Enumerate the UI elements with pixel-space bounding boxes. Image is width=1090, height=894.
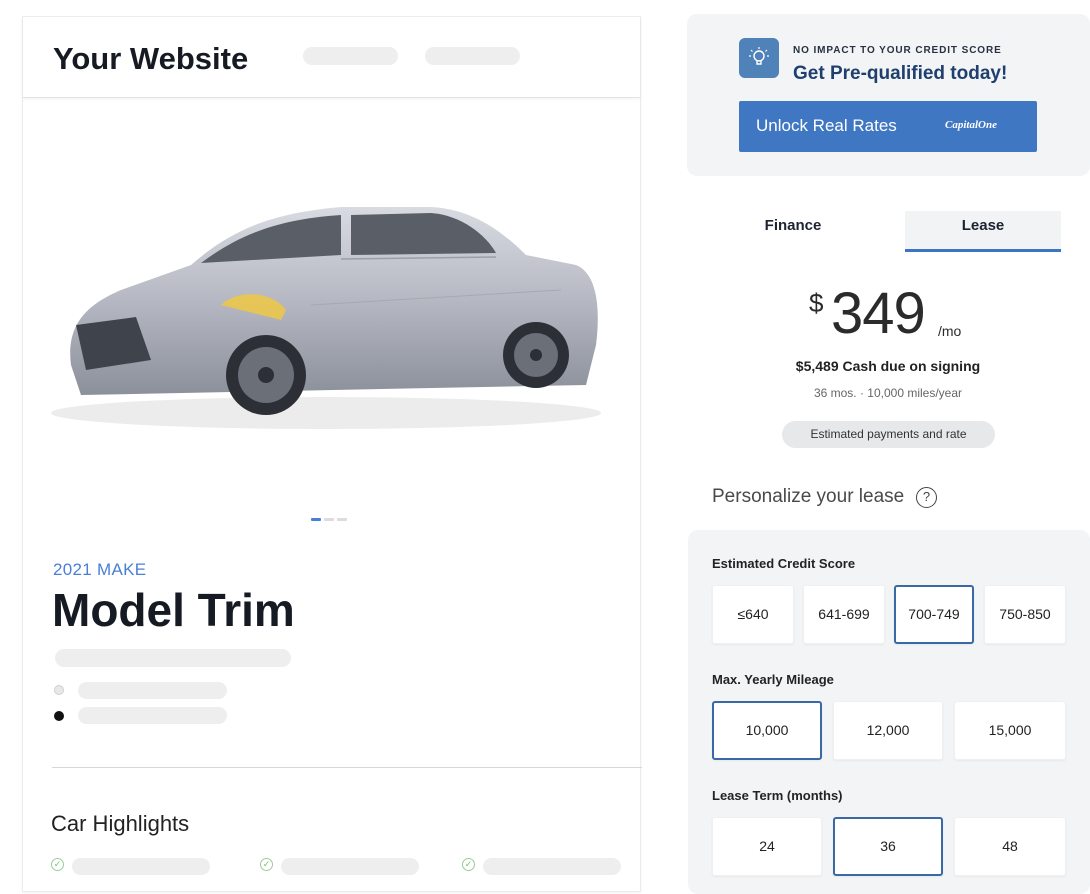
credit-option-selected[interactable]: 700-749 <box>894 585 974 644</box>
lease-term-label: Lease Term (months) <box>712 788 843 803</box>
lease-terms-text: 36 mos. · 10,000 miles/year <box>813 386 963 400</box>
radio-option-selected[interactable] <box>54 711 64 721</box>
prequalify-promo: NO IMPACT TO YOUR CREDIT SCORE Get Pre-q… <box>687 14 1090 176</box>
promo-title: Get Pre-qualified today! <box>793 63 1008 84</box>
credit-score-label: Estimated Credit Score <box>712 556 856 571</box>
divider <box>52 767 642 768</box>
highlight-placeholder <box>483 858 621 875</box>
mileage-option[interactable]: 12,000 <box>833 701 943 760</box>
check-icon: ✓ <box>51 858 64 871</box>
cash-due-text: $5,489 Cash due on signing <box>795 358 981 374</box>
unlock-real-rates-button[interactable]: Unlock Real Rates CapitalOne <box>739 101 1037 152</box>
highlights-title: Car Highlights <box>51 811 190 836</box>
vehicle-card: Your Website 2021 MAKE Model Trim Car Hi… <box>22 16 642 892</box>
radio-option[interactable] <box>54 685 64 695</box>
vehicle-model-title: Model Trim <box>52 584 295 636</box>
text-placeholder <box>55 649 291 667</box>
credit-option[interactable]: ≤640 <box>712 585 794 644</box>
personalize-title: Personalize your lease <box>712 486 905 507</box>
mileage-option-selected[interactable]: 10,000 <box>712 701 822 760</box>
nav-placeholder[interactable] <box>425 47 520 65</box>
capital-one-logo: CapitalOne <box>945 119 997 131</box>
vehicle-make: 2021 MAKE <box>53 560 147 579</box>
lightbulb-icon <box>739 38 779 78</box>
nav-placeholder[interactable] <box>303 47 398 65</box>
carousel-dot[interactable] <box>337 518 347 521</box>
estimate-badge: Estimated payments and rate <box>782 421 995 448</box>
carousel-dot-active[interactable] <box>311 518 321 521</box>
term-option[interactable]: 48 <box>954 817 1066 876</box>
term-option[interactable]: 24 <box>712 817 822 876</box>
check-icon: ✓ <box>260 858 273 871</box>
highlight-placeholder <box>72 858 210 875</box>
car-illustration <box>51 207 601 429</box>
help-icon[interactable]: ? <box>916 487 937 508</box>
price-amount: 349 <box>831 281 926 346</box>
mileage-label: Max. Yearly Mileage <box>712 672 834 687</box>
site-title: Your Website <box>53 41 249 76</box>
promo-subtitle: NO IMPACT TO YOUR CREDIT SCORE <box>793 45 1002 56</box>
site-header: Your Website <box>23 17 640 98</box>
tab-finance[interactable]: Finance <box>712 211 874 252</box>
mileage-option[interactable]: 15,000 <box>954 701 1066 760</box>
carousel-dot[interactable] <box>324 518 334 521</box>
price-currency: $ <box>809 288 824 318</box>
check-icon: ✓ <box>462 858 475 871</box>
tab-lease[interactable]: Lease <box>905 211 1061 252</box>
vehicle-image <box>41 195 611 450</box>
term-option-selected[interactable]: 36 <box>833 817 943 876</box>
option-placeholder <box>78 682 227 699</box>
credit-option[interactable]: 641-699 <box>803 585 885 644</box>
unlock-button-label: Unlock Real Rates <box>756 116 897 135</box>
option-placeholder <box>78 707 227 724</box>
price-period: /mo <box>938 323 962 339</box>
credit-option[interactable]: 750-850 <box>984 585 1066 644</box>
highlight-placeholder <box>281 858 419 875</box>
